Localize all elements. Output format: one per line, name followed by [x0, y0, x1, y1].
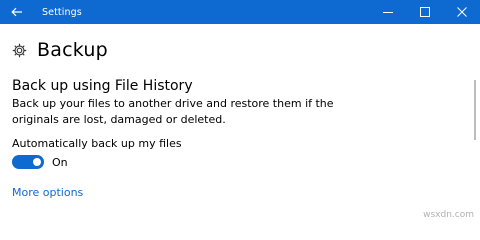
minimize-icon	[382, 12, 393, 13]
close-button[interactable]	[443, 0, 480, 24]
gear-icon	[12, 43, 27, 57]
close-icon	[456, 7, 467, 17]
back-button[interactable]	[0, 0, 34, 24]
page-title: Backup	[37, 39, 108, 61]
section-heading: Back up using File History	[12, 78, 193, 94]
toggle-knob	[33, 158, 41, 166]
watermark: wsxdn.com	[423, 210, 474, 220]
window-controls	[369, 0, 480, 24]
page-heading: Backup	[11, 39, 108, 61]
section-description: Back up your files to another drive and …	[12, 97, 334, 126]
maximize-button[interactable]	[406, 0, 443, 24]
more-options-link[interactable]: More options	[12, 186, 83, 199]
title-bar: Settings	[0, 0, 480, 24]
toggle-state-label: On	[52, 156, 68, 169]
minimize-button[interactable]	[369, 0, 406, 24]
auto-backup-toggle[interactable]	[12, 155, 44, 169]
maximize-icon	[419, 7, 430, 17]
auto-backup-label: Automatically back up my files	[12, 137, 182, 150]
arrow-left-icon	[11, 7, 22, 17]
window-title: Settings	[42, 6, 82, 18]
scrollbar[interactable]	[474, 80, 476, 140]
